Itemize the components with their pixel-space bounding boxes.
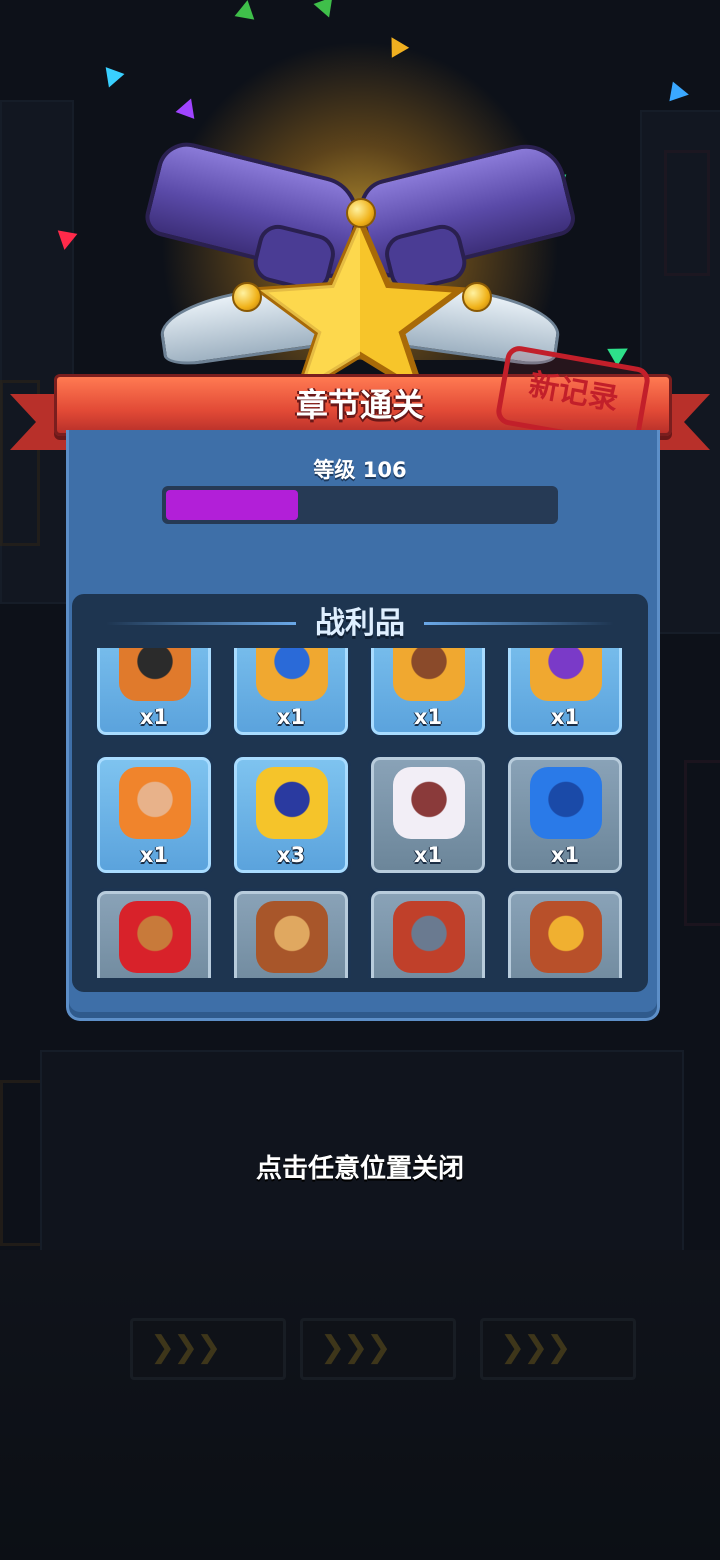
brown-boot-icon: [256, 901, 328, 973]
red-scarf-icon: [119, 901, 191, 973]
loot-item[interactable]: [368, 888, 488, 978]
level-progress-bar: [162, 486, 558, 524]
loot-item-quantity: x1: [413, 843, 443, 867]
loot-item[interactable]: x1: [505, 648, 625, 738]
loot-item[interactable]: x1: [94, 648, 214, 738]
loot-item-quantity: x1: [413, 705, 443, 729]
loot-item[interactable]: x1: [231, 648, 351, 738]
star-stud: [462, 282, 492, 312]
loot-item[interactable]: x1: [368, 648, 488, 738]
loot-item[interactable]: x1: [368, 754, 488, 876]
red-boot-icon: [393, 901, 465, 973]
loot-item-quantity: x1: [139, 705, 169, 729]
confetti-piece: [54, 230, 78, 252]
gold-star-icon: [251, 215, 469, 395]
loot-item[interactable]: [94, 888, 214, 978]
hero-puzzle-blue-cat-icon: [256, 648, 328, 701]
hero-puzzle-girl-gold-icon: [393, 648, 465, 701]
loot-title: 战利品: [315, 606, 405, 641]
loot-item-quantity: x1: [139, 843, 169, 867]
blue-glove-icon: [530, 767, 602, 839]
loot-item[interactable]: x3: [231, 754, 351, 876]
loot-item-quantity: x1: [276, 705, 306, 729]
hero-puzzle-redhead-icon: [119, 767, 191, 839]
loot-item[interactable]: [505, 888, 625, 978]
level-label: 等级 106: [313, 458, 407, 482]
loot-item[interactable]: x1: [94, 754, 214, 876]
loot-grid[interactable]: x1 x1 x1 x1 x1 x3 x1 x1: [86, 648, 634, 978]
star-stud: [346, 198, 376, 228]
loot-item[interactable]: x1: [505, 754, 625, 876]
close-hint: 点击任意位置关闭: [255, 1154, 464, 1184]
loot-item-quantity: x1: [550, 705, 580, 729]
level-progress-fill: [166, 490, 298, 520]
armor-vest-icon: [393, 767, 465, 839]
spur-boot-icon: [530, 901, 602, 973]
confetti-piece: [669, 81, 691, 105]
loot-item-quantity: x3: [276, 843, 306, 867]
gold-puzzle-piece-icon: [256, 767, 328, 839]
star-stud: [232, 282, 262, 312]
confetti-piece: [234, 0, 258, 20]
loot-item-quantity: x1: [550, 843, 580, 867]
loot-item[interactable]: [231, 888, 351, 978]
hero-puzzle-ninja-girl-icon: [530, 648, 602, 701]
hero-puzzle-gasmask-icon: [119, 648, 191, 701]
